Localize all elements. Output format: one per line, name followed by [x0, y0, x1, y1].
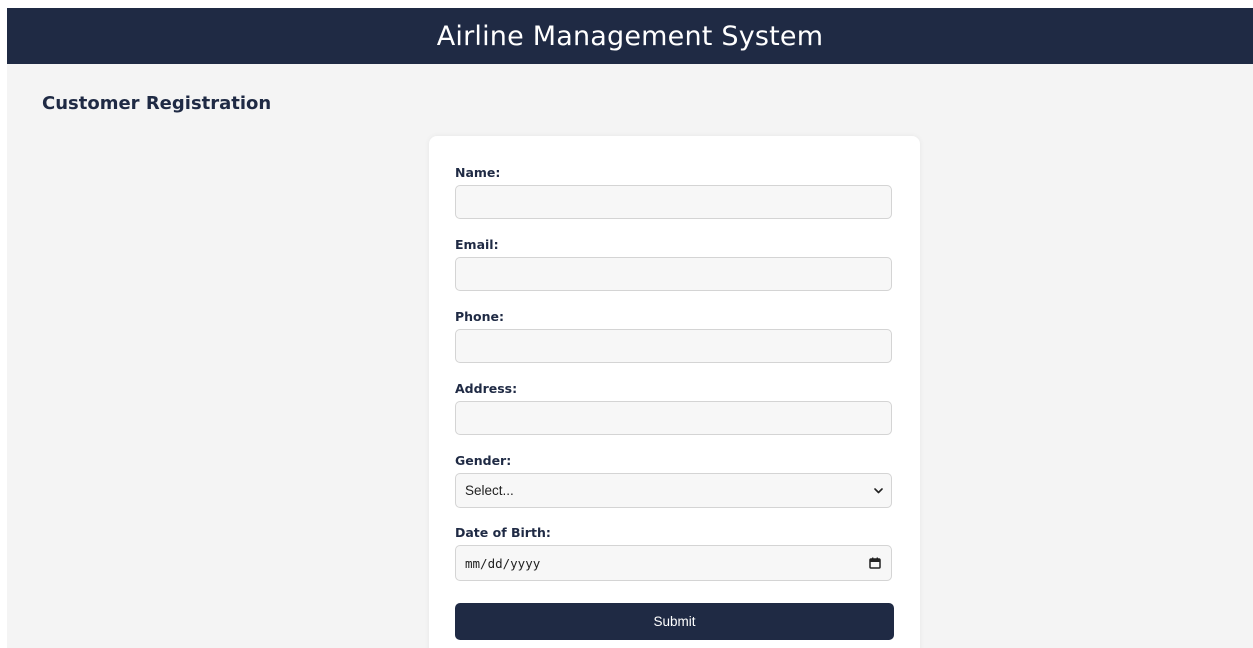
dob-placeholder: mm/dd/yyyy [465, 555, 541, 571]
app-frame: Airline Management System Customer Regis… [7, 8, 1253, 648]
page-title: Customer Registration [42, 93, 272, 114]
submit-button[interactable]: Submit [455, 603, 894, 640]
email-label: Email: [455, 237, 499, 252]
app-title: Airline Management System [436, 20, 824, 52]
dob-input[interactable]: mm/dd/yyyy [455, 545, 892, 581]
registration-form: Name: Email: Phone: Address: Gender: Sel… [429, 136, 920, 648]
email-input[interactable] [455, 257, 892, 291]
app-header: Airline Management System [7, 8, 1253, 64]
phone-label: Phone: [455, 309, 505, 324]
phone-input[interactable] [455, 329, 892, 363]
gender-selected-value: Select... [465, 483, 514, 498]
gender-label: Gender: [455, 453, 512, 468]
name-label: Name: [455, 165, 501, 180]
address-input[interactable] [455, 401, 892, 435]
chevron-down-icon [873, 486, 883, 496]
calendar-icon[interactable] [868, 557, 881, 570]
address-label: Address: [455, 381, 518, 396]
gender-select[interactable]: Select... [455, 473, 892, 508]
name-input[interactable] [455, 185, 892, 219]
dob-label: Date of Birth: [455, 525, 551, 540]
